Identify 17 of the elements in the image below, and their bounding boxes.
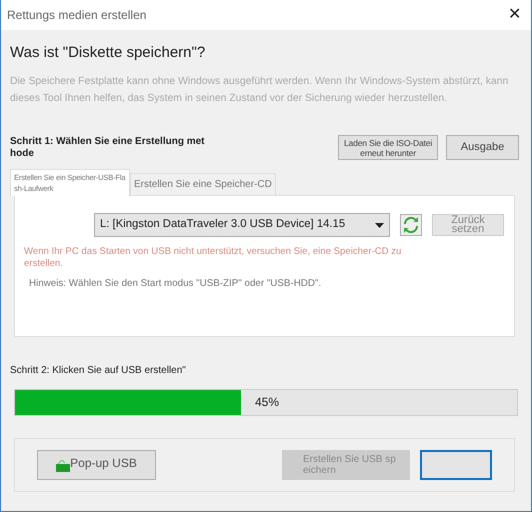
output-button[interactable]: Ausgabe: [446, 135, 519, 160]
step-label: Schritt 2: Klicken Sie auf USB erstellen": [10, 365, 187, 377]
tab[interactable]: Erstellen Sie eine Speicher-CD: [130, 173, 276, 195]
popup-usb-button[interactable]: Pop-up USB: [37, 450, 156, 480]
close-button[interactable]: ✕: [504, 7, 525, 23]
step-label: Schritt 1: Wählen Sie eine Erstellung methode: [10, 136, 206, 160]
caret-icon: [375, 222, 384, 228]
progress-percent: 45%: [255, 395, 280, 410]
download-iso-button[interactable]: Laden Sie die ISO-Datei erneut herunter: [338, 135, 438, 160]
warning-text: Wenn Ihr PC das Starten von USB nicht unterstützt, versuchen Sie, eine Speicher-CD zu erstellen.: [24, 246, 402, 270]
window-title: Rettungs medien erstellen: [7, 8, 146, 22]
hint-text: Hinweis: Wählen Sie den Start modus "USB-ZIP" oder "USB-HDD".: [28, 279, 322, 289]
description-text: Die Speichere Festplatte kann ohne Windows ausgeführt werden. Wenn Ihr Windows-System abstürzt, kann dieses Tool Ihnen helfen, das System in seinen Zustand vor der Sicherung wieder herzustellen.: [10, 75, 510, 106]
ok-button[interactable]: [420, 450, 492, 480]
refresh-icon[interactable]: [400, 214, 422, 236]
device-dropdown[interactable]: L: [Kingston DataTraveler 3.0 USB Device] 14.15: [94, 213, 390, 237]
heading: Was ist "Diskette speichern"?: [10, 44, 206, 62]
